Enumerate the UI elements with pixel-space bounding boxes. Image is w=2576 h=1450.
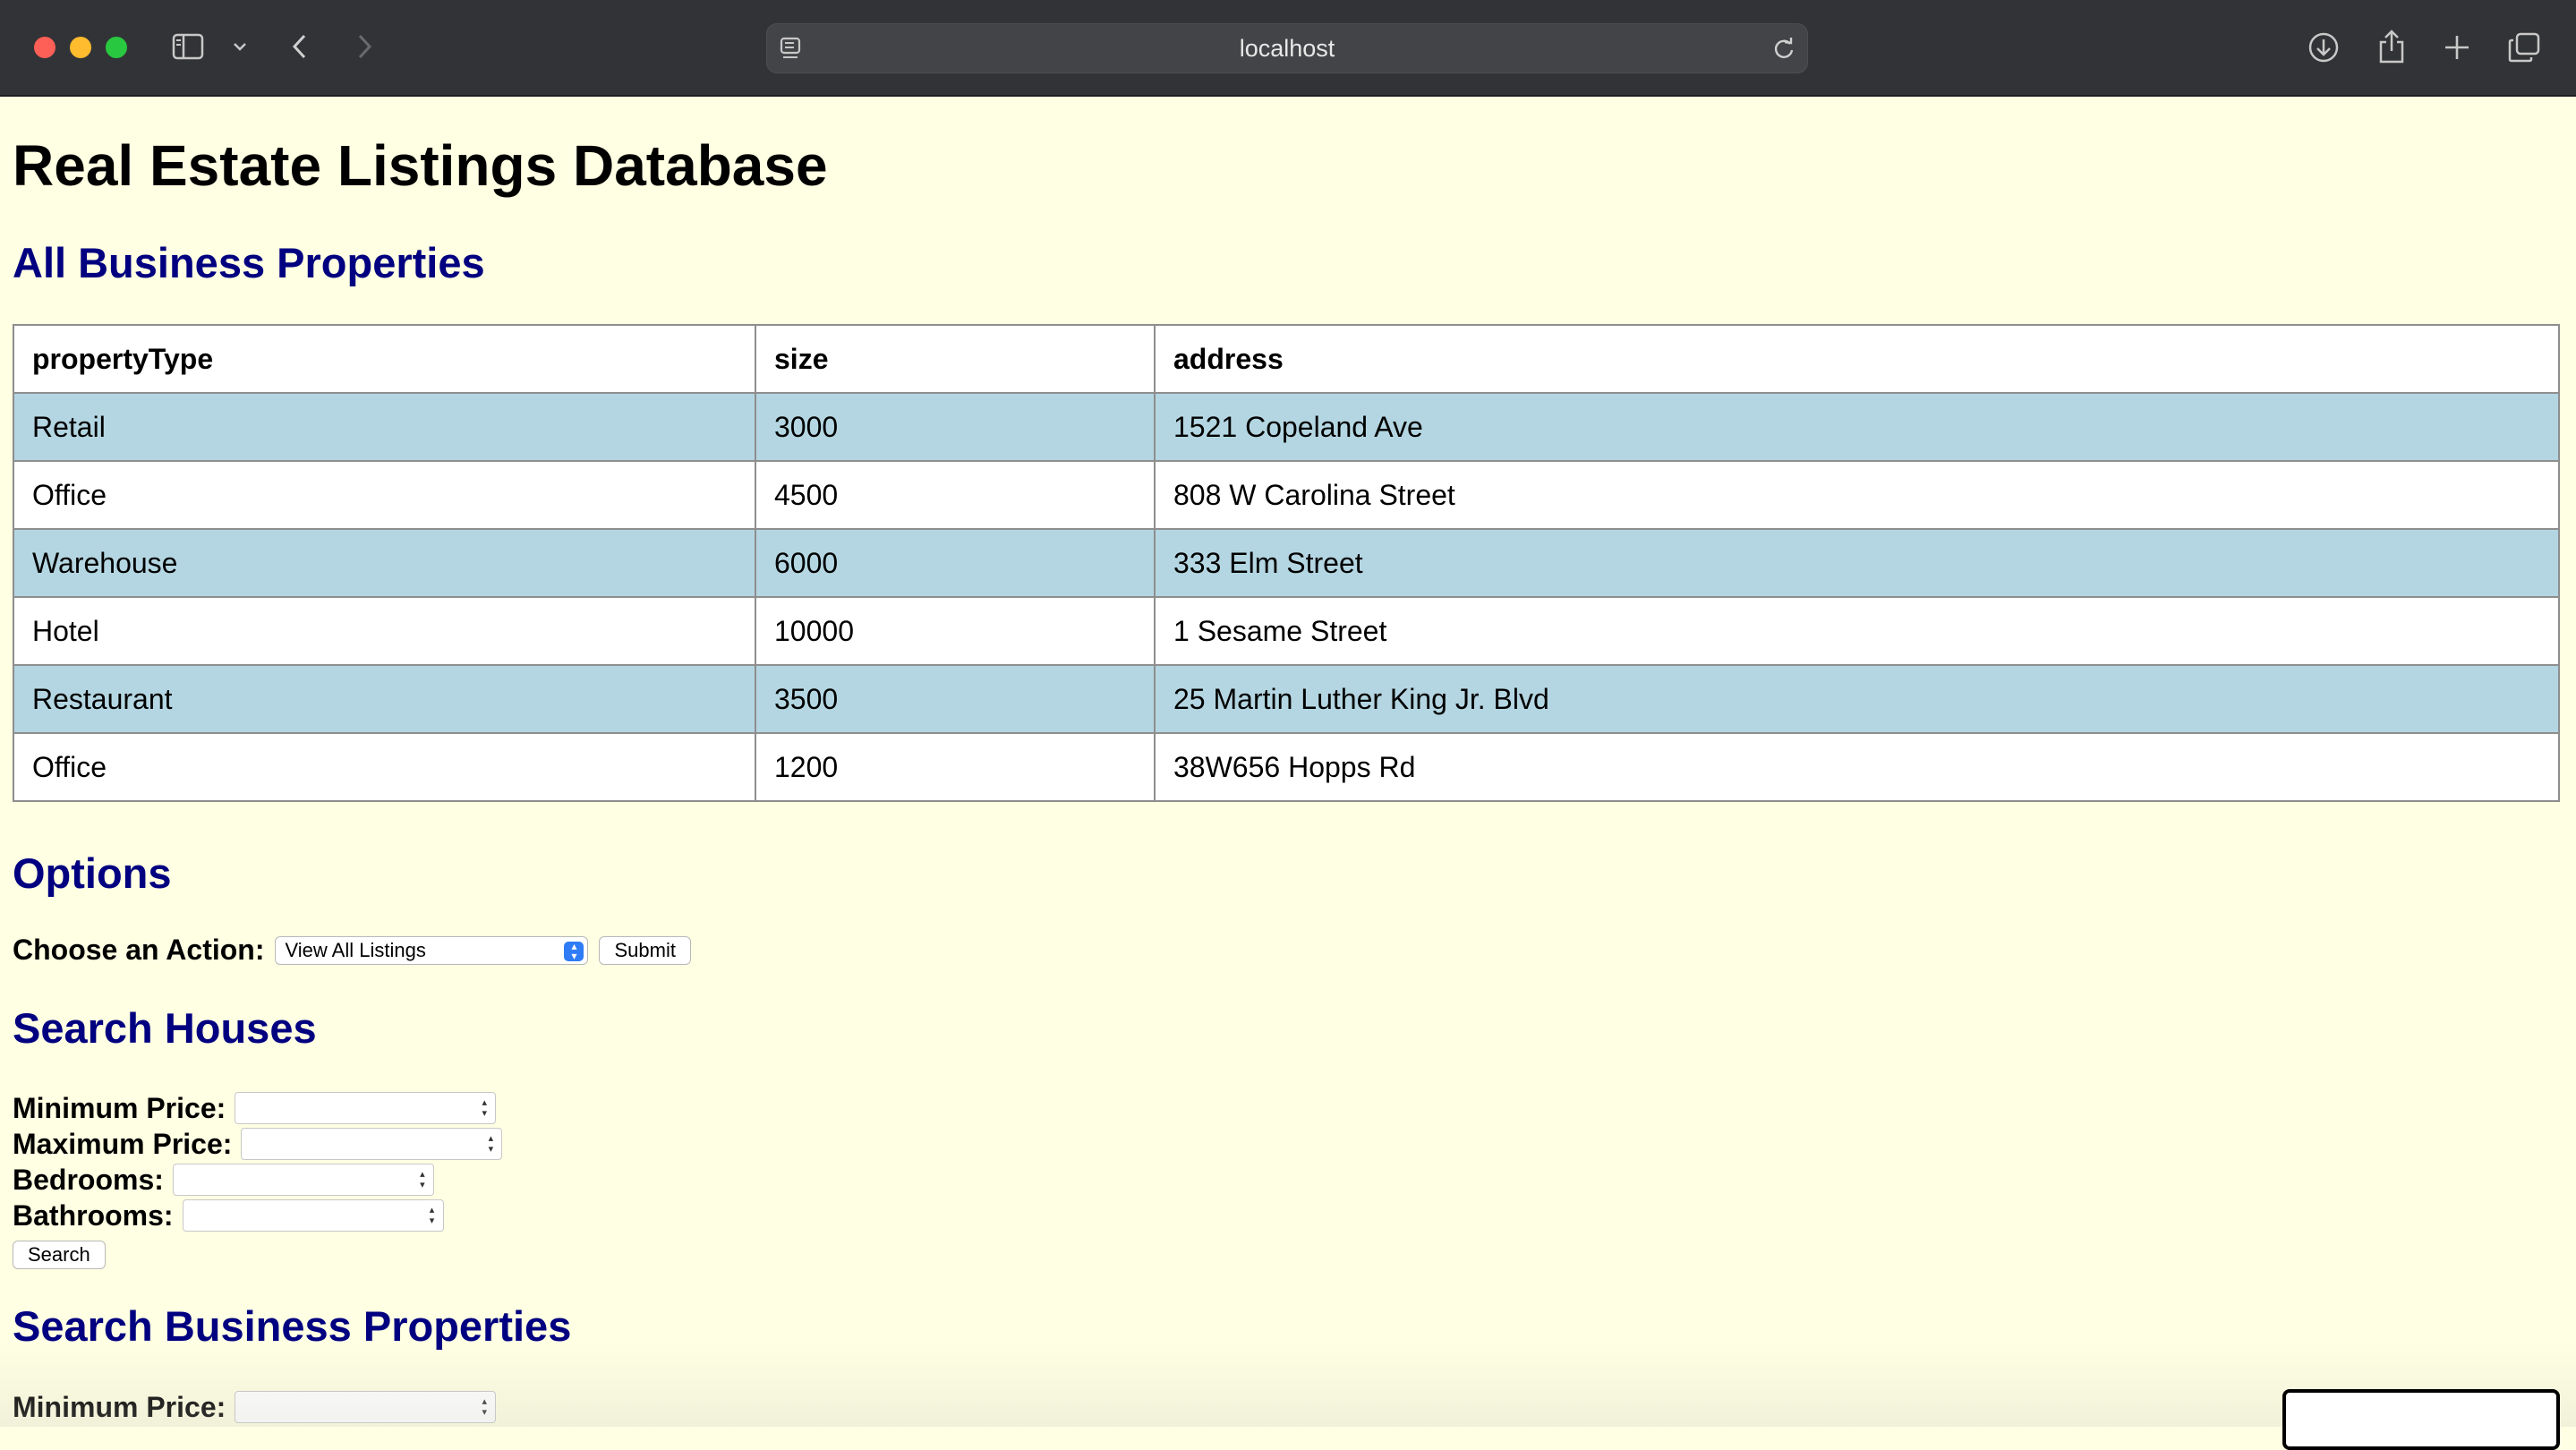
search-button[interactable]: Search (13, 1241, 106, 1269)
action-label: Choose an Action: (13, 934, 265, 966)
bathrooms-label: Bathrooms: (13, 1198, 174, 1232)
table-row: Office 1200 38W656 Hopps Rd (13, 732, 2560, 802)
chevron-down-icon[interactable] (229, 36, 251, 57)
select-arrows-icon: ▴ ▾ (564, 941, 584, 961)
bathrooms-input[interactable]: ▴ ▾ (182, 1199, 444, 1232)
bathrooms-row: Bathrooms: ▴ ▾ (13, 1198, 444, 1233)
max-price-input[interactable]: ▴ ▾ (241, 1128, 503, 1160)
min-price-input[interactable]: ▴ ▾ (235, 1092, 497, 1124)
column-header-property-type: propertyType (13, 324, 756, 394)
min-price-row: Minimum Price: ▴ ▾ (13, 1090, 497, 1126)
stepper-icon[interactable]: ▴ ▾ (427, 1205, 438, 1226)
submit-button[interactable]: Submit (599, 935, 691, 965)
column-header-size: size (755, 324, 1156, 394)
business-min-price-label: Minimum Price: (13, 1390, 226, 1423)
max-price-label: Maximum Price: (13, 1127, 233, 1160)
forward-icon[interactable] (351, 30, 378, 63)
new-tab-icon[interactable] (2440, 30, 2474, 64)
browser-toolbar: localhost (0, 0, 2576, 97)
search-houses-heading: Search Houses (13, 1004, 317, 1052)
table-row: Hotel 10000 1 Sesame Street (13, 596, 2560, 666)
stepper-icon[interactable]: ▴ ▾ (479, 1396, 490, 1418)
stepper-icon[interactable]: ▴ ▾ (479, 1097, 490, 1119)
tab-overview-icon[interactable] (2506, 30, 2542, 64)
table-row: Restaurant 3500 25 Martin Luther King Jr… (13, 664, 2560, 734)
size-cell: 1200 (755, 732, 1156, 802)
size-cell: 4500 (755, 460, 1156, 530)
minimize-window-button[interactable] (70, 37, 91, 58)
size-cell: 3500 (755, 664, 1156, 734)
property-type-cell: Restaurant (13, 664, 756, 734)
address-cell: 38W656 Hopps Rd (1154, 732, 2560, 802)
search-row: Search (13, 1237, 106, 1273)
share-icon[interactable] (2374, 29, 2410, 64)
reload-icon[interactable] (1770, 35, 1798, 62)
bedrooms-row: Bedrooms: ▴ ▾ (13, 1162, 434, 1198)
address-cell: 1521 Copeland Ave (1154, 392, 2560, 462)
property-type-cell: Office (13, 460, 756, 530)
sidebar-icon[interactable] (170, 30, 206, 63)
max-price-row: Maximum Price: ▴ ▾ (13, 1126, 503, 1162)
page-title: Real Estate Listings Database (13, 133, 828, 198)
address-cell: 25 Martin Luther King Jr. Blvd (1154, 664, 2560, 734)
stepper-icon[interactable]: ▴ ▾ (417, 1169, 428, 1190)
business-min-price-row: Minimum Price: ▴ ▾ (13, 1389, 497, 1425)
bedrooms-label: Bedrooms: (13, 1163, 164, 1196)
bedrooms-input[interactable]: ▴ ▾ (172, 1164, 434, 1196)
address-cell: 1 Sesame Street (1154, 596, 2560, 666)
close-window-button[interactable] (34, 37, 55, 58)
column-header-address: address (1154, 324, 2560, 394)
business-properties-heading: All Business Properties (13, 239, 485, 286)
table-row: Warehouse 6000 333 Elm Street (13, 528, 2560, 598)
table-header-row: propertyType size address (13, 324, 2560, 394)
property-type-cell: Office (13, 732, 756, 802)
table-row: Retail 3000 1521 Copeland Ave (13, 392, 2560, 462)
action-select[interactable]: View All Listings ▴ ▾ (275, 935, 589, 965)
stepper-icon[interactable]: ▴ ▾ (485, 1133, 496, 1155)
address-bar[interactable]: localhost (766, 23, 1808, 73)
url-text: localhost (1239, 35, 1335, 62)
address-cell: 333 Elm Street (1154, 528, 2560, 598)
business-properties-table: propertyType size address Retail 3000 15… (13, 324, 2560, 802)
action-select-value: View All Listings (285, 938, 426, 961)
search-business-heading: Search Business Properties (13, 1302, 572, 1350)
business-min-price-input[interactable]: ▴ ▾ (235, 1391, 497, 1423)
action-form: Choose an Action: View All Listings ▴ ▾ S… (13, 934, 691, 967)
size-cell: 10000 (755, 596, 1156, 666)
property-type-cell: Retail (13, 392, 756, 462)
back-icon[interactable] (286, 30, 313, 63)
address-cell: 808 W Carolina Street (1154, 460, 2560, 530)
downloads-icon[interactable] (2306, 30, 2341, 64)
table-row: Office 4500 808 W Carolina Street (13, 460, 2560, 530)
zoom-window-button[interactable] (106, 37, 127, 58)
property-type-cell: Warehouse (13, 528, 756, 598)
size-cell: 3000 (755, 392, 1156, 462)
options-heading: Options (13, 849, 172, 897)
screenshot-thumbnail[interactable] (2282, 1389, 2560, 1450)
min-price-label: Minimum Price: (13, 1091, 226, 1124)
property-type-cell: Hotel (13, 596, 756, 666)
size-cell: 6000 (755, 528, 1156, 598)
